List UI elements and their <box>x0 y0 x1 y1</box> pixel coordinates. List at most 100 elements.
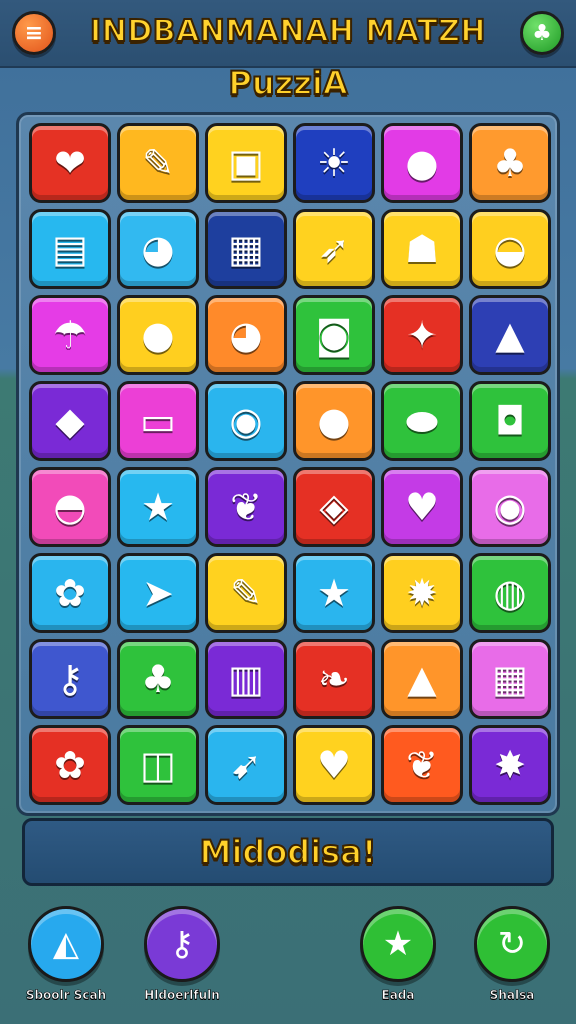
tile[interactable]: ☂ <box>29 295 111 375</box>
star-sword-icon: ✦ <box>406 313 438 357</box>
star-action-button[interactable]: ★ Eada <box>338 906 458 1002</box>
game-title: INDBANMANAH MATZH <box>89 13 486 50</box>
tile[interactable]: ◒ <box>469 209 551 289</box>
tile[interactable]: ▦ <box>469 639 551 719</box>
balloon-icon: ● <box>405 141 439 185</box>
tile[interactable]: ▤ <box>29 209 111 289</box>
tile[interactable]: ▲ <box>381 639 463 719</box>
tile[interactable]: ◕ <box>117 209 199 289</box>
tile[interactable]: ✎ <box>205 553 287 633</box>
tile[interactable]: ◘ <box>469 381 551 461</box>
profile-button[interactable]: ♣ <box>520 11 564 55</box>
treasure-box-icon: ▤ <box>52 227 88 271</box>
cup-icon: ◫ <box>140 743 176 787</box>
purse-icon: ◘ <box>494 399 526 443</box>
palette-icon: ◍ <box>493 571 527 615</box>
message-bar: Midodisa! <box>22 818 554 886</box>
star-icon: ★ <box>140 485 176 529</box>
leaf-icon: ❦ <box>406 743 438 787</box>
robot-head-icon: ▦ <box>228 227 264 271</box>
tile[interactable]: ♥ <box>381 467 463 547</box>
sun-icon: ✹ <box>406 571 438 615</box>
bear-face-icon: ● <box>141 313 175 357</box>
tile[interactable]: ● <box>117 295 199 375</box>
tile[interactable]: ● <box>381 123 463 203</box>
sandwich-action-button[interactable]: ◭ Sboolr Scah <box>6 906 126 1002</box>
melon-slice-icon: ◒ <box>493 227 527 271</box>
pot-icon: ◙ <box>315 313 353 357</box>
pencil-icon: ✎ <box>142 141 174 185</box>
tile[interactable]: ★ <box>293 553 375 633</box>
tile[interactable]: ◈ <box>293 467 375 547</box>
crystal-icon: ◆ <box>55 399 85 443</box>
heart-leaf-icon: ♥ <box>316 743 352 787</box>
leaf-icon: ❦ <box>230 485 262 529</box>
tile[interactable]: ☗ <box>381 209 463 289</box>
tile[interactable]: ◆ <box>29 381 111 461</box>
puzzle-board: ❤ ✎ ▣ ☀ ● ♣ ▤ ◕ ▦ ➶ ☗ ◒ ☂ ● ◕ ◙ ✦ ▲ ◆ ▭ ◉ ● ⬬ ◘ ◓ ★ ❦ ◈ ♥ ◉ ✿ ➤ ✎ ★ ✹ ◍ ⚷ ♣ ▥ ❧… <box>16 112 560 816</box>
key-flower-icon: ✿ <box>54 571 86 615</box>
tile[interactable]: ❦ <box>381 725 463 805</box>
tile[interactable]: ▭ <box>117 381 199 461</box>
tile[interactable]: ♥ <box>293 725 375 805</box>
tile[interactable]: ♣ <box>469 123 551 203</box>
tile[interactable]: ✸ <box>469 725 551 805</box>
tile[interactable]: ☀ <box>293 123 375 203</box>
carrot-icon: ➹ <box>230 743 262 787</box>
tile[interactable]: ▥ <box>205 639 287 719</box>
tile[interactable]: ◙ <box>293 295 375 375</box>
cheese-icon: ✸ <box>494 743 526 787</box>
star-action-label: Eada <box>381 988 415 1003</box>
tile[interactable]: ◫ <box>117 725 199 805</box>
tile[interactable]: ✿ <box>29 553 111 633</box>
tile[interactable]: ✿ <box>29 725 111 805</box>
key-action-label: Hldoerlfuln <box>144 988 220 1003</box>
tile[interactable]: ⚷ <box>29 639 111 719</box>
tile[interactable]: ♣ <box>117 639 199 719</box>
frog-face-icon: ◓ <box>53 485 87 529</box>
umbrella-icon: ☂ <box>52 313 88 357</box>
books-icon: ▥ <box>228 657 264 701</box>
tile[interactable]: ★ <box>117 467 199 547</box>
tile[interactable]: ❧ <box>293 639 375 719</box>
message-text: Midodisa! <box>199 832 378 872</box>
tile[interactable]: ▦ <box>205 209 287 289</box>
tile[interactable]: ✦ <box>381 295 463 375</box>
menu-icon: ≡ <box>24 20 44 46</box>
tile[interactable]: ◓ <box>29 467 111 547</box>
tile[interactable]: ◉ <box>469 467 551 547</box>
robot-icon: ☗ <box>404 227 440 271</box>
capsule-icon: ⬬ <box>405 399 439 443</box>
key-action-button[interactable]: ⚷ Hldoerlfuln <box>122 906 242 1002</box>
tile[interactable]: ◍ <box>469 553 551 633</box>
tile[interactable]: ◕ <box>205 295 287 375</box>
tile[interactable]: ❦ <box>205 467 287 547</box>
sun-icon: ☀ <box>316 141 352 185</box>
tile[interactable]: ◉ <box>205 381 287 461</box>
heart-bow-icon: ❤ <box>54 141 86 185</box>
tile[interactable]: ✹ <box>381 553 463 633</box>
balloon-icon: ● <box>317 399 351 443</box>
gift-box-icon: ▦ <box>492 657 528 701</box>
tile[interactable]: ⬬ <box>381 381 463 461</box>
tile[interactable]: ❤ <box>29 123 111 203</box>
heart-icon: ♥ <box>404 485 440 529</box>
key-icon: ⚷ <box>56 657 84 701</box>
diamond-leaf-icon: ◈ <box>319 485 349 529</box>
tile[interactable]: ✎ <box>117 123 199 203</box>
top-bar: ≡ INDBANMANAH MATZH ♣ <box>0 0 576 68</box>
tile[interactable]: ● <box>293 381 375 461</box>
tile[interactable]: ▲ <box>469 295 551 375</box>
mode-title: PuzziA <box>227 63 348 103</box>
tile[interactable]: ▣ <box>205 123 287 203</box>
tile[interactable]: ➹ <box>205 725 287 805</box>
refresh-action-button[interactable]: ↻ Shalsa <box>452 906 572 1002</box>
tile[interactable]: ➶ <box>293 209 375 289</box>
pencil-ball-icon: ✎ <box>230 571 262 615</box>
menu-button[interactable]: ≡ <box>12 11 56 55</box>
fish-face-icon: ◕ <box>229 313 263 357</box>
paper-plane-icon: ➤ <box>142 571 174 615</box>
rocket-icon: ➶ <box>318 227 350 271</box>
tile[interactable]: ➤ <box>117 553 199 633</box>
camera-icon: ▣ <box>228 141 264 185</box>
